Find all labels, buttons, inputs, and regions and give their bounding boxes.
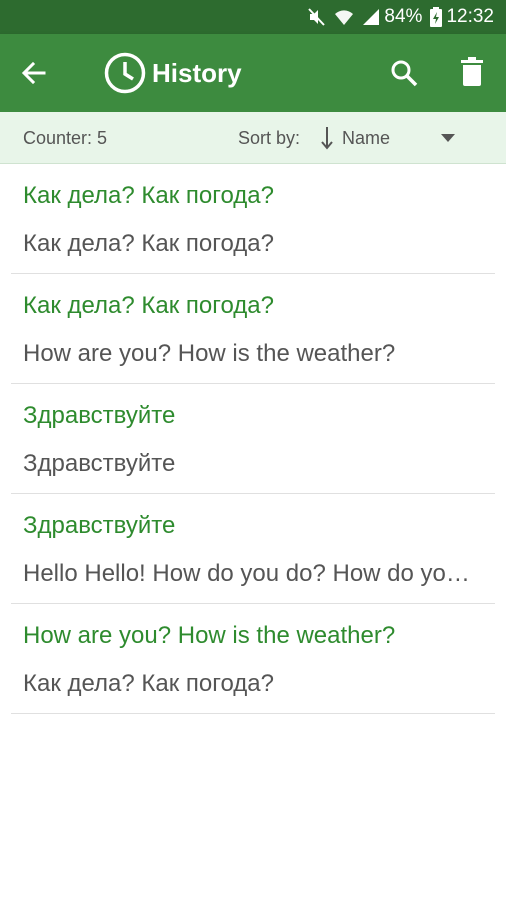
signal-icon	[362, 8, 380, 26]
list-item[interactable]: How are you? How is the weather? Как дел…	[11, 604, 495, 714]
list-item[interactable]: Здравствуйте Здравствуйте	[11, 384, 495, 494]
list-item[interactable]: Как дела? Как погода? Как дела? Как пого…	[11, 164, 495, 274]
chevron-down-icon	[441, 134, 455, 142]
list-item[interactable]: Как дела? Как погода? How are you? How i…	[11, 274, 495, 384]
clock-time: 12:32	[446, 6, 494, 27]
wifi-icon	[334, 8, 354, 26]
sort-value: Name	[342, 128, 391, 148]
delete-history-button[interactable]	[460, 57, 484, 87]
translation-text: How are you? How is the weather?	[23, 340, 396, 367]
sort-dropdown[interactable]: Name	[318, 124, 468, 154]
mute-icon	[308, 8, 326, 26]
source-text: Здравствуйте	[23, 512, 176, 539]
battery-charging-icon	[430, 7, 443, 27]
source-text: Как дела? Как погода?	[23, 292, 275, 319]
list-item[interactable]: Здравствуйте Hello Hello! How do you do?…	[11, 494, 495, 604]
clock-icon	[104, 52, 146, 94]
translation-text: Как дела? Как погода?	[23, 230, 275, 257]
translation-text: Hello Hello! How do you do? How do you d…	[23, 560, 473, 587]
search-icon	[391, 60, 418, 87]
translation-text: Здравствуйте	[23, 450, 176, 477]
page-title: History	[152, 58, 242, 88]
status-bar: 84% 12:32	[0, 0, 506, 34]
sort-label: Sort by:	[238, 128, 301, 148]
search-button[interactable]	[389, 58, 419, 88]
source-text: Как дела? Как погода?	[23, 182, 275, 209]
battery-level: 84%	[384, 6, 423, 27]
translation-text: Как дела? Как погода?	[23, 670, 275, 697]
back-button[interactable]	[20, 59, 48, 87]
sort-bar: Counter: 5 Sort by: Name	[0, 112, 506, 164]
back-arrow-icon	[21, 61, 46, 85]
app-bar: History	[0, 34, 506, 112]
history-list: Как дела? Как погода? Как дела? Как пого…	[0, 164, 506, 714]
history-counter: Counter: 5	[23, 128, 108, 148]
source-text: Здравствуйте	[23, 402, 176, 429]
source-text: How are you? How is the weather?	[23, 622, 396, 649]
sort-descending-icon	[321, 127, 333, 150]
trash-icon	[461, 57, 483, 86]
